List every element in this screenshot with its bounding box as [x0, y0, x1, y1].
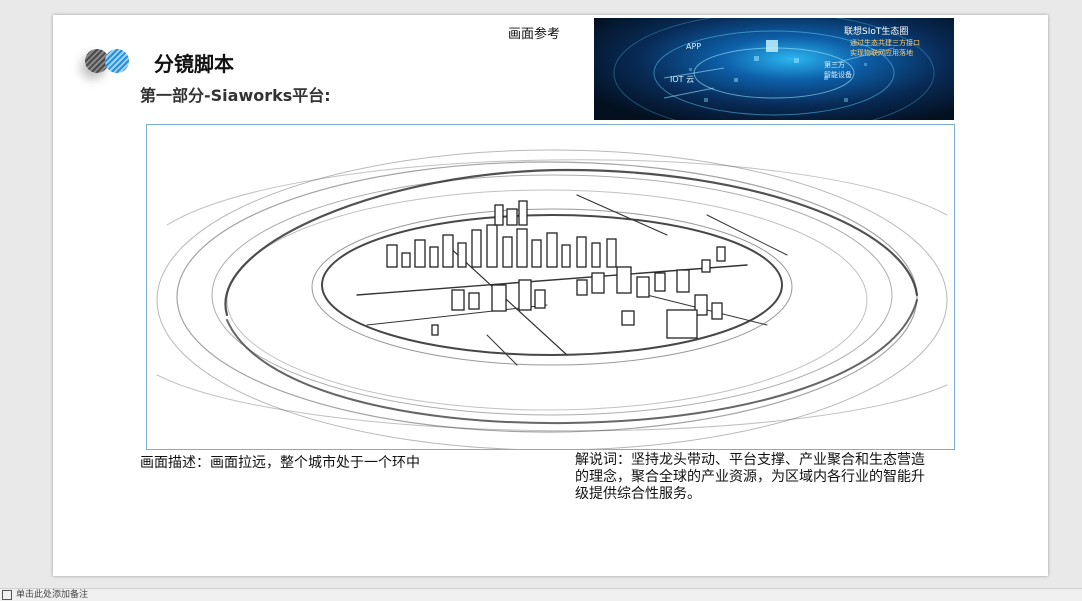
reference-line1: 通过生态共建三方接口	[850, 39, 920, 47]
scene-description[interactable]: 画面描述：画面拉远，整个城市处于一个环中	[140, 452, 420, 472]
reference-iot-label: IOT 云	[670, 75, 695, 84]
slide-subtitle[interactable]: 第一部分-Siaworks平台:	[140, 82, 331, 106]
notes-placeholder[interactable]: 单击此处添加备注	[16, 587, 88, 600]
slide-workspace: 分镜脚本 第一部分-Siaworks平台: 画面参考 联想SIoT生态圈 通过生…	[0, 0, 1082, 588]
blue-circle-icon	[105, 49, 129, 73]
city-ring-sketch	[156, 149, 948, 451]
reference-label[interactable]: 画面参考	[508, 23, 560, 42]
logo-circles-icon	[83, 47, 135, 79]
reference-right2: 智能设备	[824, 71, 852, 79]
slide-title[interactable]: 分镜脚本	[154, 48, 234, 77]
notes-icon	[2, 590, 12, 600]
reference-line2: 实现物联网应用落地	[850, 49, 913, 57]
reference-image[interactable]: 联想SIoT生态圈 通过生态共建三方接口 实现物联网应用落地 APP IOT 云…	[594, 18, 954, 120]
narration-text[interactable]: 解说词：坚持龙头带动、平台支撑、产业聚合和生态营造的理念，聚合全球的产业资源，为…	[575, 452, 927, 503]
reference-heading: 联想SIoT生态圈	[844, 27, 909, 37]
storyboard-sketch[interactable]	[146, 124, 955, 451]
notes-bar[interactable]: 单击此处添加备注	[0, 588, 1082, 601]
slide-canvas[interactable]: 分镜脚本 第一部分-Siaworks平台: 画面参考 联想SIoT生态圈 通过生…	[53, 15, 1048, 576]
reference-right1: 第三方	[824, 61, 845, 69]
reference-app-label: APP	[686, 42, 702, 51]
